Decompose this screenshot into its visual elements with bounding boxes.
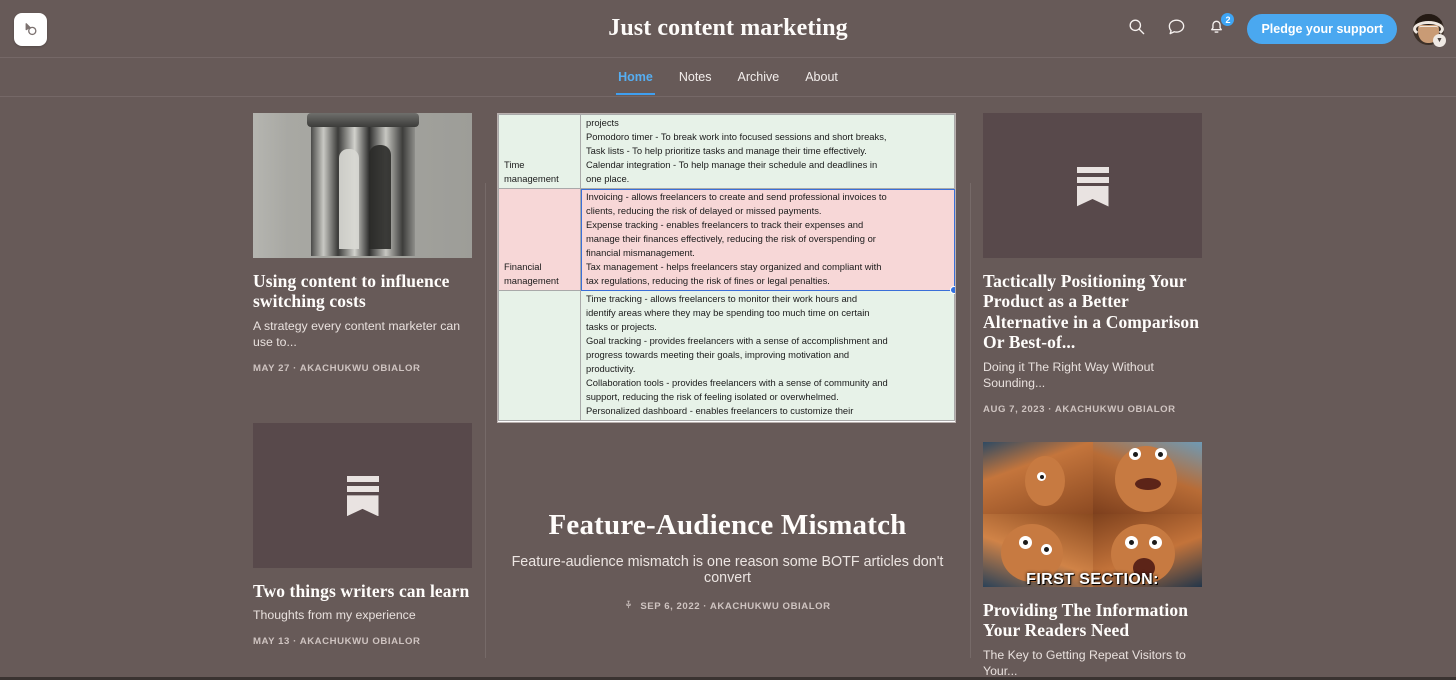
post-thumbnail[interactable]: FIRST SECTION: [983,441,1202,587]
table-line: projects [586,117,619,128]
right-column: Tactically Positioning Your Product as a… [970,113,1456,678]
post-subtitle: A strategy every content marketer can us… [253,318,461,349]
search-button[interactable] [1123,16,1149,42]
table-line: productivity. [586,363,636,374]
table-line: Invoicing - allows freelancers to create… [586,191,887,202]
pledge-support-button[interactable]: Pledge your support [1247,14,1397,44]
table-line: tax regulations, reducing the risk of fi… [586,275,830,286]
top-bar: Just content marketing 2 Pledge your sup… [0,0,1456,58]
chevron-down-icon[interactable]: ▼ [1433,33,1446,47]
table-row-content-selected[interactable]: Invoicing - allows freelancers to create… [580,188,955,294]
selection-handle[interactable] [950,286,955,294]
table-line: Calendar integration - To help manage th… [586,159,878,170]
featured-post-card[interactable]: Time management projects Pomodoro timer … [497,113,958,613]
post-meta: AUG 7, 2023 · AKACHUKWU OBIALOR [983,403,1176,415]
table-line: Task lists - To help prioritize tasks an… [586,145,867,156]
post-title[interactable]: Providing The Information Your Readers N… [983,600,1202,641]
table-row-label: Time management [498,114,581,189]
meme-caption: FIRST SECTION: [1026,570,1159,587]
nav-item-about[interactable]: About [803,60,840,95]
featured-post-meta-row: SEP 6, 2022 · AKACHUKWU OBIALOR [497,599,958,613]
post-card[interactable]: Using content to influence switching cos… [253,113,472,374]
table-line: one place. [586,173,630,184]
cartoon-meme-image: FIRST SECTION: [983,441,1202,587]
page-root: Just content marketing 2 Pledge your sup… [0,0,1456,680]
featured-post-meta: SEP 6, 2022 · AKACHUKWU OBIALOR [640,600,831,612]
top-bar-actions: 2 Pledge your support ▼ [1123,0,1446,58]
post-subtitle: Thoughts from my experience [253,608,416,623]
table-line: Collaboration tools - provides freelance… [586,377,888,388]
table-line: tasks or projects. [586,321,657,332]
table-row: Financial management Invoicing - allows … [498,188,955,294]
table-row-content: Time tracking - allows freelancers to mo… [580,290,955,421]
table-line: clients, reducing the risk of delayed or… [586,205,822,216]
post-card[interactable]: Two things writers can learn Thoughts fr… [253,422,472,648]
featured-thumbnail[interactable]: Time management projects Pomodoro timer … [497,113,956,423]
spreadsheet-table: Time management projects Pomodoro timer … [498,114,955,421]
table-line: progress towards meeting their goals, im… [586,349,850,360]
left-column: Using content to influence switching cos… [0,113,485,677]
featured-column: Time management projects Pomodoro timer … [485,113,970,677]
nav-item-archive[interactable]: Archive [736,60,782,95]
table-line: Tax management - helps freelancers stay … [586,261,882,272]
post-subtitle: Doing it The Right Way Without Sounding.… [983,359,1154,390]
notification-badge: 2 [1220,12,1236,27]
post-card[interactable]: FIRST SECTION: Providing The Information… [983,441,1202,678]
table-line: Expense tracking - enables freelancers t… [586,219,864,230]
featured-post-title[interactable]: Feature-Audience Mismatch [497,509,958,542]
bookmark-placeholder-icon [1073,164,1113,208]
table-row: Time management projects Pomodoro timer … [498,114,955,189]
chat-bubble-icon [1167,17,1186,41]
table-line: Goal tracking - provides freelancers wit… [586,335,888,346]
post-subtitle: The Key to Getting Repeat Visitors to Yo… [983,647,1186,678]
post-meta: MAY 27 · AKACHUKWU OBIALOR [253,362,421,374]
table-line: identify areas where they may be spendin… [586,307,870,318]
table-row-label: Financial management [498,188,581,291]
table-row-label [498,290,581,421]
table-line: Time tracking - allows freelancers to mo… [586,293,858,304]
nav-item-notes[interactable]: Notes [677,60,714,95]
table-row: Time tracking - allows freelancers to mo… [498,290,955,421]
primary-nav: Home Notes Archive About [0,58,1456,97]
chat-button[interactable] [1163,16,1189,42]
post-title[interactable]: Tactically Positioning Your Product as a… [983,271,1202,353]
table-line: support, reducing the risk of feeling is… [586,391,839,402]
search-icon [1127,17,1146,41]
table-line: Pomodoro timer - To break work into focu… [586,131,887,142]
main-content: Using content to influence switching cos… [0,97,1456,678]
post-card[interactable]: Tactically Positioning Your Product as a… [983,113,1202,415]
featured-post-subtitle: Feature-audience mismatch is one reason … [511,554,944,586]
revolving-door-illustration [253,113,472,258]
pin-icon [624,599,633,613]
post-title[interactable]: Using content to influence switching cos… [253,271,472,312]
avatar[interactable]: ▼ [1413,13,1446,47]
post-title[interactable]: Two things writers can learn [253,581,472,601]
post-thumbnail[interactable] [983,113,1202,258]
post-thumbnail[interactable] [253,113,472,258]
table-line: financial mismanagement. [586,247,695,258]
table-line: manage their finances effectively, reduc… [586,233,876,244]
nav-item-home[interactable]: Home [616,60,655,95]
table-row-content: projects Pomodoro timer - To break work … [580,114,955,189]
table-line: Personalized dashboard - enables freelan… [586,405,854,416]
post-meta: MAY 13 · AKACHUKWU OBIALOR [253,636,421,648]
bookmark-placeholder-icon [343,473,383,517]
post-thumbnail[interactable] [253,422,472,568]
notifications-button[interactable]: 2 [1203,12,1236,42]
